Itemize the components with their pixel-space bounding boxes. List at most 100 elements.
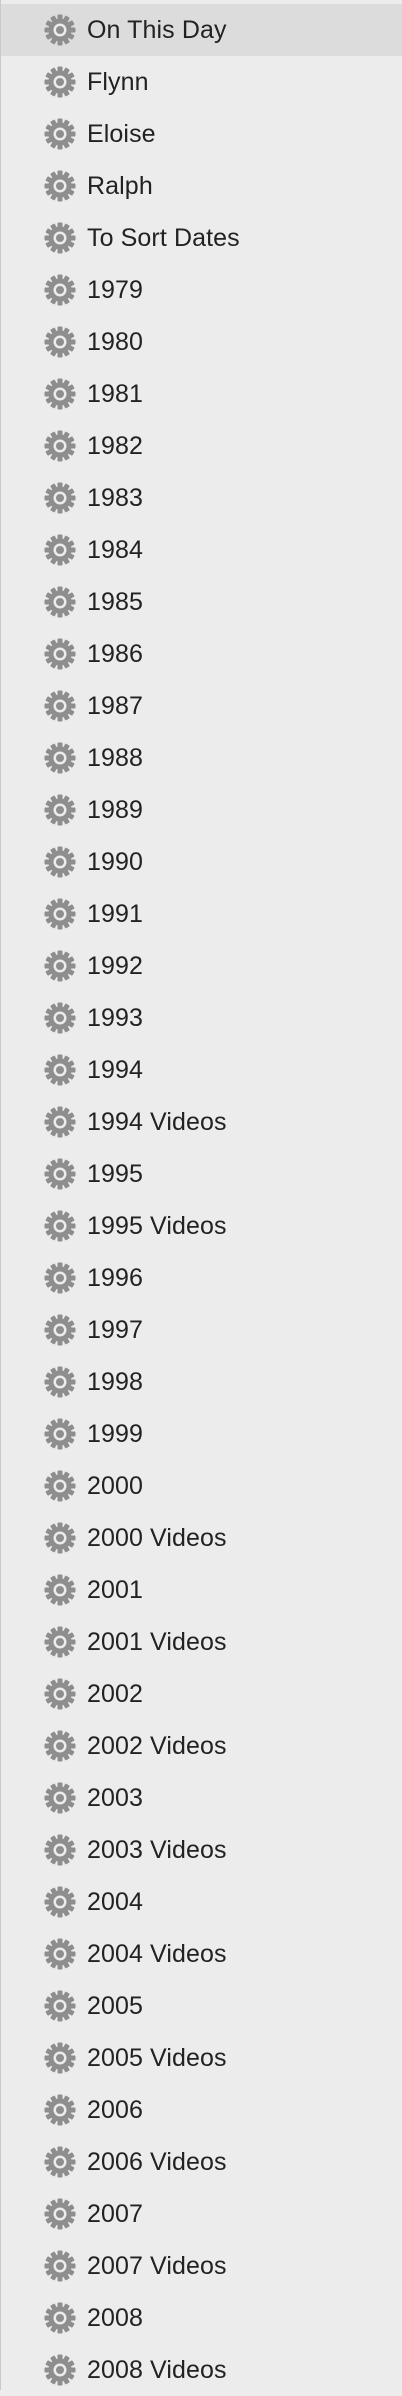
sidebar-item-1994[interactable]: 1994 xyxy=(1,1044,402,1096)
sidebar-item-2005-videos[interactable]: 2005 Videos xyxy=(1,2032,402,2084)
gear-icon xyxy=(43,429,77,463)
sidebar-item-label: 2003 xyxy=(87,1783,144,1812)
sidebar-item-label: 2000 xyxy=(87,1471,144,1500)
sidebar-item-label: 1986 xyxy=(87,639,144,668)
sidebar-item-label: Flynn xyxy=(87,67,149,96)
sidebar-item-1992[interactable]: 1992 xyxy=(1,940,402,992)
sidebar-item-2000-videos[interactable]: 2000 Videos xyxy=(1,1512,402,1564)
gear-icon xyxy=(43,377,77,411)
sidebar-item-2008-videos[interactable]: 2008 Videos xyxy=(1,2344,402,2396)
sidebar-item-2004[interactable]: 2004 xyxy=(1,1876,402,1928)
sidebar-item-eloise[interactable]: Eloise xyxy=(1,108,402,160)
sidebar-item-label: 2003 Videos xyxy=(87,1835,227,1864)
gear-icon xyxy=(43,1989,77,2023)
gear-icon xyxy=(43,2041,77,2075)
gear-icon xyxy=(43,221,77,255)
gear-icon xyxy=(43,1521,77,1555)
sidebar-item-2007-videos[interactable]: 2007 Videos xyxy=(1,2240,402,2292)
sidebar-item-2001[interactable]: 2001 xyxy=(1,1564,402,1616)
sidebar-item-label: 1981 xyxy=(87,379,144,408)
gear-icon xyxy=(43,325,77,359)
sidebar-item-1998[interactable]: 1998 xyxy=(1,1356,402,1408)
sidebar-item-2003-videos[interactable]: 2003 Videos xyxy=(1,1824,402,1876)
gear-icon xyxy=(43,741,77,775)
sidebar-item-1999[interactable]: 1999 xyxy=(1,1408,402,1460)
sidebar-item-label: 2004 Videos xyxy=(87,1939,227,1968)
sidebar-item-label: 1983 xyxy=(87,483,144,512)
sidebar-item-1990[interactable]: 1990 xyxy=(1,836,402,888)
sidebar-item-1996[interactable]: 1996 xyxy=(1,1252,402,1304)
sidebar-item-1997[interactable]: 1997 xyxy=(1,1304,402,1356)
sidebar-item-2002[interactable]: 2002 xyxy=(1,1668,402,1720)
sidebar-item-label: 1996 xyxy=(87,1263,144,1292)
sidebar-item-label: 1998 xyxy=(87,1367,144,1396)
sidebar-item-2008[interactable]: 2008 xyxy=(1,2292,402,2344)
sidebar-item-1984[interactable]: 1984 xyxy=(1,524,402,576)
gear-icon xyxy=(43,1313,77,1347)
smart-album-list: On This Day Flynn Eloise Ralph To Sort D… xyxy=(1,0,402,2396)
sidebar-item-label: 2008 Videos xyxy=(87,2355,227,2384)
sidebar-item-2005[interactable]: 2005 xyxy=(1,1980,402,2032)
sidebar-item-1982[interactable]: 1982 xyxy=(1,420,402,472)
sidebar-item-label: 1995 xyxy=(87,1159,144,1188)
gear-icon xyxy=(43,1729,77,1763)
gear-icon xyxy=(43,1001,77,1035)
gear-icon xyxy=(43,2197,77,2231)
gear-icon xyxy=(43,637,77,671)
sidebar-item-1979[interactable]: 1979 xyxy=(1,264,402,316)
sidebar-item-label: On This Day xyxy=(87,15,227,44)
gear-icon xyxy=(43,1677,77,1711)
sidebar-item-label: 1987 xyxy=(87,691,144,720)
sidebar-item-2006[interactable]: 2006 xyxy=(1,2084,402,2136)
gear-icon xyxy=(43,2093,77,2127)
sidebar-item-on-this-day[interactable]: On This Day xyxy=(1,4,402,56)
sidebar-item-2002-videos[interactable]: 2002 Videos xyxy=(1,1720,402,1772)
sidebar-item-1994-videos[interactable]: 1994 Videos xyxy=(1,1096,402,1148)
sidebar-item-1995-videos[interactable]: 1995 Videos xyxy=(1,1200,402,1252)
sidebar-item-1980[interactable]: 1980 xyxy=(1,316,402,368)
sidebar-item-ralph[interactable]: Ralph xyxy=(1,160,402,212)
sidebar-item-to-sort-dates[interactable]: To Sort Dates xyxy=(1,212,402,264)
sidebar-item-1989[interactable]: 1989 xyxy=(1,784,402,836)
sidebar-item-label: Eloise xyxy=(87,119,156,148)
gear-icon xyxy=(43,1781,77,1815)
sidebar-item-label: 2002 xyxy=(87,1679,144,1708)
sidebar-item-flynn[interactable]: Flynn xyxy=(1,56,402,108)
sidebar-item-1987[interactable]: 1987 xyxy=(1,680,402,732)
sidebar-item-label: 1994 xyxy=(87,1055,144,1084)
sidebar-item-label: 1988 xyxy=(87,743,144,772)
sidebar-item-label: 2001 Videos xyxy=(87,1627,227,1656)
sidebar-item-label: 1994 Videos xyxy=(87,1107,227,1136)
sidebar-item-1981[interactable]: 1981 xyxy=(1,368,402,420)
sidebar-item-1991[interactable]: 1991 xyxy=(1,888,402,940)
sidebar-item-1983[interactable]: 1983 xyxy=(1,472,402,524)
sidebar-item-label: 2000 Videos xyxy=(87,1523,227,1552)
sidebar-item-2000[interactable]: 2000 xyxy=(1,1460,402,1512)
sidebar-item-1986[interactable]: 1986 xyxy=(1,628,402,680)
sidebar-item-2004-videos[interactable]: 2004 Videos xyxy=(1,1928,402,1980)
sidebar-item-1995[interactable]: 1995 xyxy=(1,1148,402,1200)
sidebar-item-label: 2007 xyxy=(87,2199,144,2228)
gear-icon xyxy=(43,1365,77,1399)
sidebar-item-2003[interactable]: 2003 xyxy=(1,1772,402,1824)
gear-icon xyxy=(43,65,77,99)
sidebar-item-label: 1980 xyxy=(87,327,144,356)
sidebar-item-1993[interactable]: 1993 xyxy=(1,992,402,1044)
sidebar-item-label: 1993 xyxy=(87,1003,144,1032)
gear-icon xyxy=(43,1053,77,1087)
sidebar-item-label: 1979 xyxy=(87,275,144,304)
sidebar-item-label: 2002 Videos xyxy=(87,1731,227,1760)
sidebar-item-2007[interactable]: 2007 xyxy=(1,2188,402,2240)
gear-icon xyxy=(43,169,77,203)
sidebar-item-2006-videos[interactable]: 2006 Videos xyxy=(1,2136,402,2188)
gear-icon xyxy=(43,793,77,827)
gear-icon xyxy=(43,1625,77,1659)
sidebar-item-1985[interactable]: 1985 xyxy=(1,576,402,628)
sidebar-item-1988[interactable]: 1988 xyxy=(1,732,402,784)
gear-icon xyxy=(43,1573,77,1607)
gear-icon xyxy=(43,273,77,307)
gear-icon xyxy=(43,2145,77,2179)
sidebar-item-2001-videos[interactable]: 2001 Videos xyxy=(1,1616,402,1668)
sidebar-item-label: 1985 xyxy=(87,587,144,616)
gear-icon xyxy=(43,2249,77,2283)
